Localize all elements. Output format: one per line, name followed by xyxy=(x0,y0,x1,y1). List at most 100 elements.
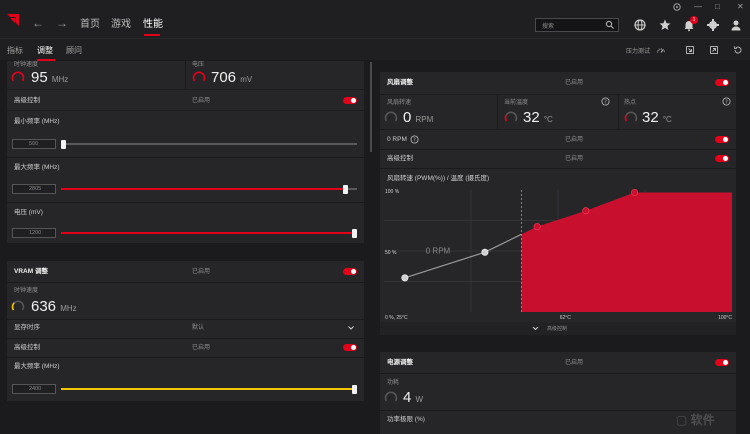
divider xyxy=(7,338,364,339)
fan-curve-point-0[interactable] xyxy=(401,274,409,282)
export-icon[interactable] xyxy=(709,45,719,55)
scrollbar[interactable] xyxy=(370,62,372,152)
y-tick-label-2: 0 %, 25°C xyxy=(385,315,408,321)
fan-speed-value: 0 xyxy=(403,109,412,126)
tab-tuning[interactable]: 调整 xyxy=(37,46,53,56)
fan-curve-point-2[interactable] xyxy=(533,223,541,231)
tab-advisor[interactable]: 顾问 xyxy=(66,46,82,56)
divider xyxy=(380,373,736,374)
reset-icon[interactable] xyxy=(733,45,743,55)
divider xyxy=(618,94,619,129)
fan-state: 已启用 xyxy=(565,80,584,86)
power-draw-value: 4 xyxy=(403,389,412,406)
gpu-clock-readout: 95 MHz xyxy=(31,70,68,88)
y-tick-label-1: 50 % xyxy=(385,250,397,256)
temperature-readout: 32 °C xyxy=(523,110,553,128)
vram-state: 已启用 xyxy=(192,269,211,275)
fan-curve-point-1[interactable] xyxy=(481,248,489,256)
fan-speed-readout: 0 RPM xyxy=(403,110,433,128)
search-input[interactable]: 搜索 xyxy=(542,21,554,30)
temperature-gauge-icon xyxy=(504,111,518,122)
gpu-clock-gauge-icon xyxy=(11,71,25,82)
max-frequency-slider-thumb[interactable] xyxy=(343,185,349,194)
minimize-icon[interactable]: — xyxy=(694,2,702,12)
divider xyxy=(7,157,364,158)
stress-test-label[interactable]: 压力测试 xyxy=(626,46,650,55)
search-box[interactable]: 搜索 xyxy=(535,18,619,32)
y-tick-label-0: 100 % xyxy=(385,189,400,195)
fan-curve-point-4[interactable] xyxy=(631,188,639,196)
vram-clock-label: 时钟速度 xyxy=(14,288,39,294)
import-icon[interactable] xyxy=(685,45,695,55)
help-icon[interactable]: ? xyxy=(722,97,731,106)
collapse-advanced-label[interactable]: 高级控制 xyxy=(547,325,567,333)
watermark: ▢ 软件 xyxy=(676,413,715,427)
vram-max-frequency-slider-thumb[interactable] xyxy=(352,385,357,394)
vram-toggle[interactable] xyxy=(343,268,357,275)
vram-advanced-control-toggle[interactable] xyxy=(343,344,357,351)
collapse-bar[interactable]: 高级控制 xyxy=(380,322,736,335)
fan-advanced-control-label: 高级控制 xyxy=(387,155,413,162)
voltage-mv-input[interactable]: 1200 xyxy=(12,228,56,238)
help-icon[interactable]: ? xyxy=(410,135,419,144)
max-frequency-input[interactable]: 2805 xyxy=(12,184,56,194)
zero-rpm-label: 0 RPM xyxy=(387,136,407,143)
divider xyxy=(7,202,364,203)
power-toggle[interactable] xyxy=(715,359,729,366)
junction-gauge-icon xyxy=(624,111,638,122)
fan-title: 风扇调整 xyxy=(387,79,413,86)
min-frequency-slider-thumb[interactable] xyxy=(61,140,66,149)
search-icon[interactable] xyxy=(605,20,615,30)
user-icon[interactable] xyxy=(729,18,743,32)
min-frequency-input[interactable]: 500 xyxy=(12,139,56,149)
fan-curve-point-3[interactable] xyxy=(582,207,590,215)
fan-advanced-control-toggle[interactable] xyxy=(715,155,729,162)
nav-home[interactable]: 首页 xyxy=(80,19,100,31)
vram-advanced-control-label: 高级控制 xyxy=(14,344,40,351)
max-frequency-label: 最大频率 (MHz) xyxy=(14,164,60,171)
fan-curve-chart[interactable]: 0 RPM 100 % 50 % 0 %, 25°C 62°C 100°C xyxy=(384,187,732,322)
memory-timing-select[interactable]: 默认 xyxy=(192,324,204,332)
voltage-mv-slider-thumb[interactable] xyxy=(352,229,357,238)
vram-max-frequency-input[interactable]: 2400 xyxy=(12,384,56,394)
nav-performance[interactable]: 性能 xyxy=(143,19,163,31)
star-icon[interactable] xyxy=(658,18,672,32)
title-bar: ← → 首页 游戏 性能 搜索 1 — □ ✕ xyxy=(0,0,750,38)
zero-rpm-toggle[interactable] xyxy=(715,136,729,143)
fan-speed-label: 风扇转速 xyxy=(387,100,412,106)
speedometer-icon[interactable] xyxy=(656,45,666,55)
junction-readout: 32 °C xyxy=(642,110,672,128)
power-limit-label: 功率极限 (%) xyxy=(387,416,425,423)
help-icon[interactable]: ? xyxy=(601,97,610,106)
min-frequency-track[interactable] xyxy=(61,143,357,145)
globe-icon[interactable] xyxy=(633,18,647,32)
x-tick-label-0: 62°C xyxy=(560,315,572,321)
power-draw-unit: W xyxy=(415,395,424,404)
sub-tab-bar: 指标 调整 顾问 压力测试 xyxy=(0,38,750,61)
divider xyxy=(380,129,736,130)
power-title: 电源调整 xyxy=(387,359,413,366)
current-temperature-label: 当前温度 xyxy=(504,100,529,106)
fan-toggle[interactable] xyxy=(715,79,729,86)
divider xyxy=(7,89,364,90)
voltage-mv-label: 电压 (mV) xyxy=(14,209,43,216)
close-icon[interactable]: ✕ xyxy=(737,2,744,12)
gpu-voltage-unit: mV xyxy=(240,75,253,84)
junction-temperature-label: 热点 xyxy=(624,100,637,106)
chevron-down-icon[interactable] xyxy=(347,324,355,332)
temperature-unit: °C xyxy=(543,115,553,124)
back-arrow-icon[interactable]: ← xyxy=(32,17,44,29)
tab-metrics[interactable]: 指标 xyxy=(7,46,23,56)
nav-games[interactable]: 游戏 xyxy=(111,19,131,31)
gear-icon[interactable] xyxy=(706,18,720,32)
game-controller-icon[interactable] xyxy=(672,2,682,12)
vram-max-frequency-label: 最大频率 (MHz) xyxy=(14,363,60,370)
gpu-advanced-control-toggle[interactable] xyxy=(343,97,357,104)
gpu-clock-value: 95 xyxy=(31,69,48,86)
forward-arrow-icon[interactable]: → xyxy=(56,17,68,29)
divider xyxy=(497,94,498,129)
maximize-icon[interactable]: □ xyxy=(715,2,720,12)
chevron-down-icon[interactable] xyxy=(532,325,539,332)
min-frequency-label: 最小频率 (MHz) xyxy=(14,118,60,125)
gpu-advanced-control-label: 高级控制 xyxy=(14,97,40,104)
